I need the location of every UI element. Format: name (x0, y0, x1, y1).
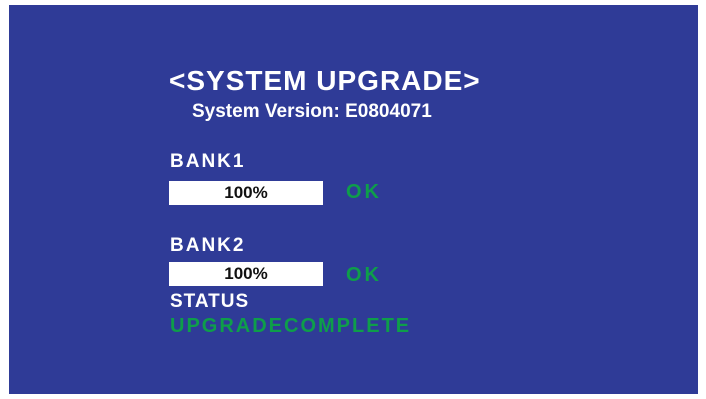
status-value: UPGRADECOMPLETE (170, 315, 412, 337)
bank2-status: OK (346, 264, 382, 286)
bank2-progress-text: 100% (224, 264, 268, 283)
bank1-progress-bar: 100% (169, 181, 323, 205)
system-version: System Version: E0804071 (192, 101, 432, 122)
status-label: STATUS (170, 291, 250, 312)
screen-title: <SYSTEM UPGRADE> (169, 65, 481, 96)
bank2-progress-bar: 100% (169, 262, 323, 286)
bank2-label: BANK2 (170, 235, 246, 256)
bank1-status: OK (346, 181, 382, 203)
bank1-label: BANK1 (170, 151, 246, 172)
bank1-progress-text: 100% (224, 183, 268, 202)
upgrade-screen: <SYSTEM UPGRADE> System Version: E080407… (9, 5, 698, 394)
